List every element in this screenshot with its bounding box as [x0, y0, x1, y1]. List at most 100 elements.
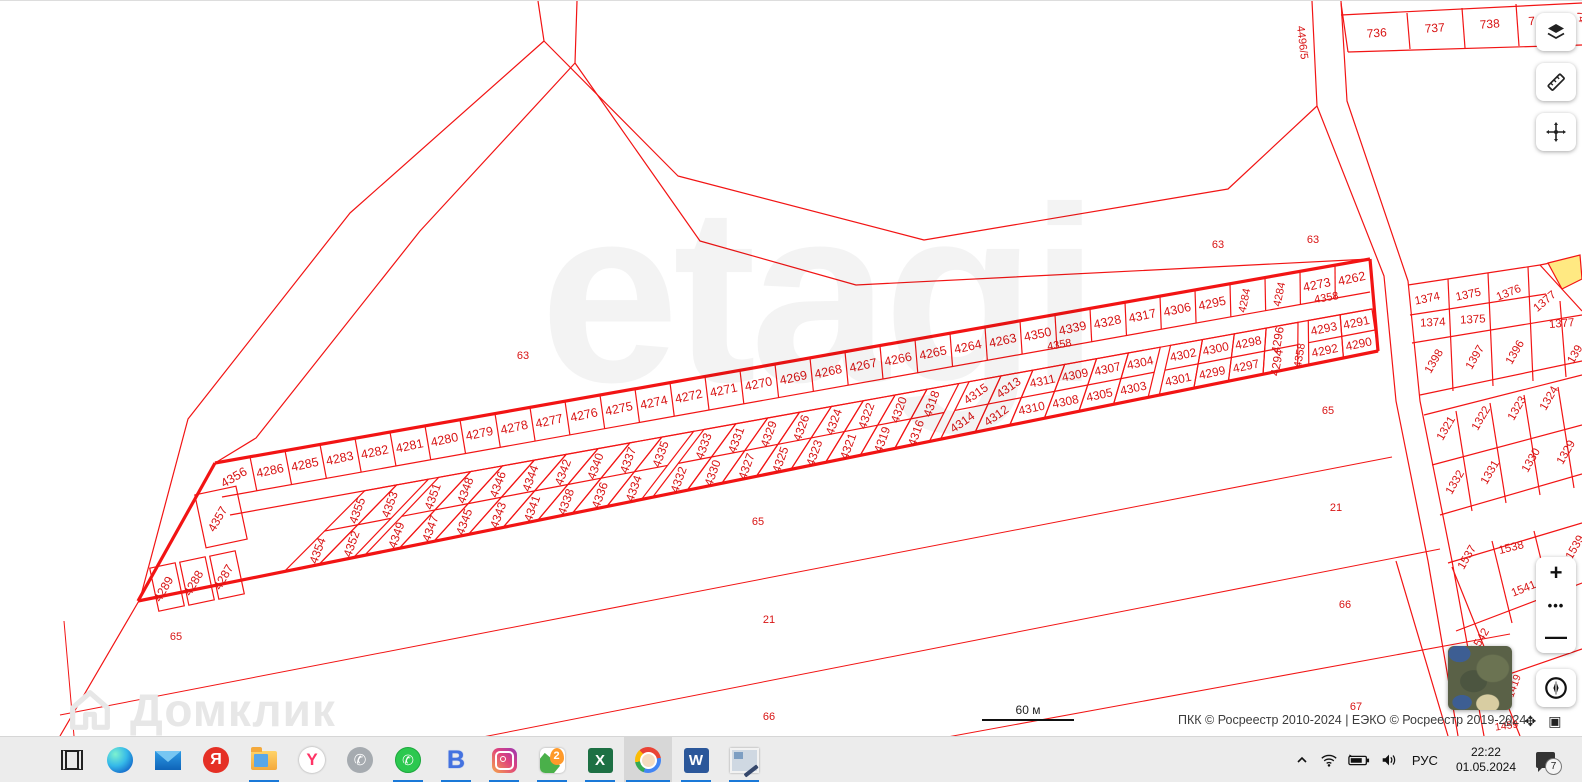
parcel-label[interactable]: 4267: [848, 356, 878, 375]
parcel-label[interactable]: 4277: [534, 411, 564, 430]
parcel-label[interactable]: 4284: [1237, 287, 1254, 313]
parcel-label[interactable]: 4269: [778, 368, 808, 387]
parcel-polygon[interactable]: [1548, 255, 1582, 289]
parcel-label[interactable]: 4285: [290, 455, 320, 474]
pan-mode-button[interactable]: [1536, 113, 1576, 151]
parcel-label[interactable]: 4280: [429, 430, 459, 449]
taskbar-icon-file-explorer[interactable]: [240, 737, 288, 782]
parcel-label[interactable]: 4271: [709, 380, 739, 399]
clock[interactable]: 22:22 01.05.2024: [1452, 745, 1520, 775]
taskbar-icon-phone-app[interactable]: ✆: [336, 737, 384, 782]
parcel-label[interactable]: 4349: [385, 520, 407, 550]
taskbar-icon-instagram[interactable]: [480, 737, 528, 782]
parcel-label[interactable]: 4357: [205, 504, 231, 534]
parcel-label[interactable]: 4265: [918, 343, 948, 362]
taskbar-icon-blue-shield-app[interactable]: B: [432, 737, 480, 782]
parcel-label[interactable]: 4272: [674, 387, 704, 406]
taskbar-icon-mail[interactable]: [144, 737, 192, 782]
parcel-label[interactable]: 4304: [1126, 353, 1155, 372]
taskbar-icon-yandex-browser[interactable]: Я: [192, 737, 240, 782]
parcel-label[interactable]: 4297: [1232, 356, 1261, 375]
parcel-label[interactable]: 4348: [454, 475, 476, 505]
zoom-more-button[interactable]: •••: [1536, 589, 1576, 621]
taskbar-icon-whatsapp[interactable]: ✆: [384, 737, 432, 782]
parcel-label[interactable]: 4318: [920, 388, 942, 418]
taskbar-icon-edge[interactable]: [96, 737, 144, 782]
parcel-label[interactable]: 4276: [569, 405, 599, 424]
parcel-label[interactable]: 4274: [639, 393, 669, 412]
taskbar-icon-windows-start[interactable]: [0, 737, 48, 782]
layers-button[interactable]: [1536, 13, 1576, 51]
parcel-label[interactable]: 4306: [1162, 300, 1192, 319]
parcel-label[interactable]: 4268: [813, 362, 843, 381]
zoom-out-button[interactable]: —: [1536, 621, 1576, 653]
locate-button[interactable]: [1536, 669, 1576, 707]
wifi-icon[interactable]: [1320, 752, 1338, 768]
parcel-label[interactable]: 4290: [1344, 334, 1373, 353]
parcel-label[interactable]: 4351: [422, 481, 444, 511]
parcel-label[interactable]: 4293: [1309, 319, 1338, 338]
parcel-label[interactable]: 4288: [181, 568, 207, 598]
parcel-label[interactable]: 4346: [487, 469, 509, 499]
tray-chevron-icon[interactable]: [1294, 752, 1310, 768]
home-icon[interactable]: ⌂: [1504, 713, 1512, 730]
parcel-label[interactable]: 4264: [953, 337, 983, 356]
parcel-label[interactable]: 4281: [395, 436, 425, 455]
zoom-in-button[interactable]: +: [1536, 557, 1576, 589]
parcel-label[interactable]: 4340: [584, 451, 606, 481]
parcel-label[interactable]: 4315: [961, 380, 991, 407]
taskbar-icon-2gis[interactable]: [528, 737, 576, 782]
parcel-label[interactable]: 4305: [1085, 385, 1114, 404]
volume-icon[interactable]: [1380, 752, 1398, 768]
taskbar-icon-task-view[interactable]: [48, 737, 96, 782]
taskbar-icon-excel[interactable]: X: [576, 737, 624, 782]
pan-icon[interactable]: ✥: [1524, 713, 1536, 730]
parcel-label[interactable]: 4286: [255, 461, 285, 480]
parcel-label[interactable]: 4311: [1028, 371, 1056, 390]
parcel-label[interactable]: 4301: [1164, 370, 1193, 389]
parcel-label[interactable]: 4355: [346, 495, 368, 525]
parcel-label[interactable]: 4278: [499, 418, 529, 437]
parcel-label[interactable]: 4310: [1017, 399, 1046, 418]
parcel-label[interactable]: 4303: [1119, 379, 1148, 398]
parcel-label[interactable]: 4287: [211, 562, 237, 592]
parcel-label[interactable]: 4309: [1061, 365, 1090, 384]
parcel-label[interactable]: 4300: [1201, 339, 1230, 358]
parcel-label[interactable]: 4339: [1058, 319, 1088, 338]
image-icon[interactable]: ▣: [1548, 713, 1561, 730]
action-center-button[interactable]: 7: [1530, 745, 1560, 775]
parcel-label[interactable]: 4317: [1127, 306, 1157, 325]
parcel-label[interactable]: 4263: [988, 331, 1018, 350]
language-indicator[interactable]: РУС: [1408, 753, 1442, 768]
parcel-label[interactable]: 4291: [1342, 313, 1371, 332]
parcel-label[interactable]: 4275: [604, 399, 634, 418]
parcel-label[interactable]: 4308: [1051, 392, 1080, 411]
parcel-label[interactable]: 4354: [306, 535, 328, 565]
taskbar-icon-chrome[interactable]: [624, 737, 672, 782]
parcel-label[interactable]: 4352: [340, 529, 362, 559]
parcel-label[interactable]: 4342: [552, 457, 574, 487]
parcel-label[interactable]: 4295: [1197, 294, 1227, 313]
parcel-label[interactable]: 4262: [1337, 269, 1367, 288]
measure-button[interactable]: [1536, 63, 1576, 101]
parcel-label[interactable]: 4353: [379, 489, 401, 519]
parcel-label[interactable]: 4282: [360, 442, 390, 461]
parcel-label[interactable]: 4284: [1271, 281, 1288, 307]
parcel-label[interactable]: 4299: [1198, 363, 1227, 382]
parcel-label[interactable]: 4266: [883, 349, 913, 368]
parcel-label[interactable]: 4307: [1093, 359, 1122, 378]
parcel-label[interactable]: 4328: [1092, 312, 1122, 331]
taskbar-icon-paint[interactable]: [720, 737, 768, 782]
taskbar-icon-yandex-y-app[interactable]: Y: [288, 737, 336, 782]
parcel-label[interactable]: 4279: [464, 424, 494, 443]
parcel-label[interactable]: 4270: [743, 374, 773, 393]
cadastral-map[interactable]: 4356428642854283428242814280427942784277…: [0, 1, 1582, 736]
battery-icon[interactable]: [1348, 753, 1370, 767]
parcel-label[interactable]: 4283: [325, 449, 355, 468]
basemap-thumbnail[interactable]: [1448, 646, 1512, 710]
parcel-label[interactable]: 4344: [519, 463, 541, 493]
parcel-label[interactable]: 4313: [994, 374, 1024, 401]
parcel-label[interactable]: 4292: [1310, 341, 1339, 360]
parcel-label[interactable]: 4302: [1169, 345, 1198, 364]
parcel-label[interactable]: 4298: [1234, 333, 1263, 352]
